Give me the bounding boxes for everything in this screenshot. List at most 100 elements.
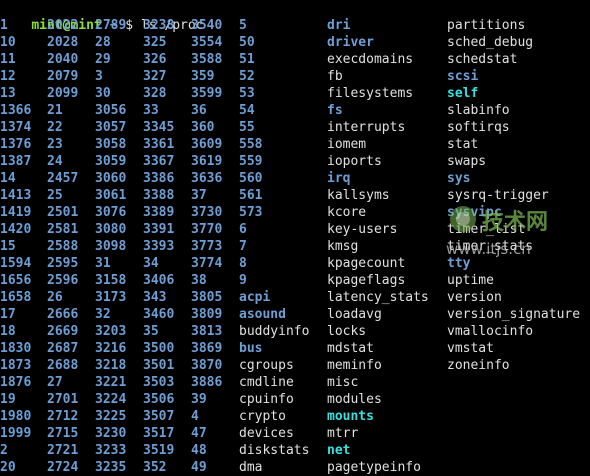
listing-row: 1374 22 3057 3345 360 55 interrupts softirqs [0,119,590,136]
listing-entry: 3540 [191,18,223,33]
listing-entry: softirqs [447,120,510,135]
listing-entry: diskstats [239,443,310,458]
listing-row: 10 2028 28 325 3554 50 driver sched_debug [0,34,590,51]
listing-entry: 3500 [143,341,175,356]
listing-entry: irq [327,171,351,186]
listing-entry: 1830 [0,341,32,356]
listing-entry: acpi [239,290,271,305]
listing-entry: 25 [47,188,63,203]
listing-entry: locks [327,324,367,339]
listing-entry: 2028 [47,35,79,50]
listing-entry: sysvipc [447,205,502,220]
listing-row: 15 2588 3098 3393 3773 7 kmsg timer_stats [0,238,590,255]
listing-entry: 2687 [47,341,79,356]
listing-entry: timer_list [447,222,526,237]
listing-entry: 3235 [95,460,127,475]
listing-entry: 3058 [95,137,127,152]
listing-entry: 328 [143,86,167,101]
listing-entry: driver [327,35,374,50]
listing-entry: 3233 [95,443,127,458]
listing-entry: 3057 [95,120,127,135]
listing-entry: 352 [143,460,167,475]
listing-entry: 2721 [47,443,79,458]
listing-entry: 3636 [191,171,223,186]
listing-entry: 21 [47,103,63,118]
terminal-window[interactable]: mint@mint ~ $ ls /proc 1 2022 2789 3238 3540… [0,0,590,475]
listing-entry: version [447,290,502,305]
listing-entry: partitions [447,18,526,33]
listing-entry: 1366 [0,103,32,118]
listing-entry: 3517 [143,426,175,441]
listing-entry: 359 [191,69,215,84]
listing-entry: 31 [95,256,111,271]
listing-entry: iomem [327,137,367,152]
listing-row: 19 2701 3224 3506 39 cpuinfo modules [0,391,590,408]
listing-entry: 1387 [0,154,32,169]
listing-entry: 2501 [47,205,79,220]
listing-entry: 3173 [95,290,127,305]
listing-row: 1419 2501 3076 3389 3730 573 kcore sysvipc [0,204,590,221]
listing-entry: meminfo [327,358,382,373]
listing-entry: 47 [191,426,207,441]
listing-row: 14 2457 3060 3386 3636 560 irq sys [0,170,590,187]
listing-entry: 3367 [143,154,175,169]
listing-entry: 3588 [191,52,223,67]
listing-entry: 37 [191,188,207,203]
listing-entry: 1876 [0,375,32,390]
listing-entry: 7 [239,239,247,254]
listing-entry: sched_debug [447,35,534,50]
listing-entry: 2715 [47,426,79,441]
listing-row: 1999 2715 3230 3517 47 devices mtrr [0,425,590,442]
listing-entry: 49 [191,460,207,475]
listing-entry: 5 [239,18,247,33]
listing-entry: 1873 [0,358,32,373]
listing-entry: 2 [0,443,8,458]
listing-entry: 3773 [191,239,223,254]
listing-row: 18 2669 3203 35 3813 buddyinfo locks vmallocinf… [0,323,590,340]
listing-entry: 27 [47,375,63,390]
listing-entry: 2581 [47,222,79,237]
listing-entry: 53 [239,86,255,101]
listing-entry: 3619 [191,154,223,169]
listing-entry: 3506 [143,392,175,407]
listing-entry: 20 [0,460,16,475]
listing-row: 1656 2596 3158 3406 38 9 kpageflags uptime [0,272,590,289]
listing-entry: 33 [143,103,159,118]
listing-entry: 326 [143,52,167,67]
listing-entry: 3056 [95,103,127,118]
listing-entry: timer_stats [447,239,534,254]
listing-entry: scsi [447,69,479,84]
listing-entry: 561 [239,188,263,203]
listing-entry: 34 [143,256,159,271]
listing-entry: 8 [239,256,247,271]
prompt-line: mint@mint ~ $ ls /proc [0,0,590,33]
listing-row: 20 2724 3235 352 49 dma pagetypeinfo [0,459,590,476]
listing-entry: 1413 [0,188,32,203]
listing-entry: misc [327,375,359,390]
listing-entry: 17 [0,307,16,322]
listing-entry: 2596 [47,273,79,288]
listing-entry: 14 [0,171,16,186]
listing-entry: 3501 [143,358,175,373]
listing-entry: bus [239,341,263,356]
listing-entry: loadavg [327,307,382,322]
listing-entry: 3061 [95,188,127,203]
listing-entry: 3080 [95,222,127,237]
listing-entry: mtrr [327,426,359,441]
listing-entry: net [327,443,351,458]
listing-row: 13 2099 30 328 3599 53 filesystems self [0,85,590,102]
listing-entry: 29 [95,52,111,67]
listing-entry: ioports [327,154,382,169]
listing-entry: 3599 [191,86,223,101]
listing-entry: 10 [0,35,16,50]
listing-entry: 51 [239,52,255,67]
listing-entry: 327 [143,69,167,84]
listing-entry: slabinfo [447,103,510,118]
listing-entry: 22 [47,120,63,135]
listing-entry: 3870 [191,358,223,373]
listing-entry: 38 [191,273,207,288]
listing-entry: 39 [191,392,207,407]
listing-entry: 1374 [0,120,32,135]
listing-entry: 3386 [143,171,175,186]
listing-entry: 1 [0,18,8,33]
